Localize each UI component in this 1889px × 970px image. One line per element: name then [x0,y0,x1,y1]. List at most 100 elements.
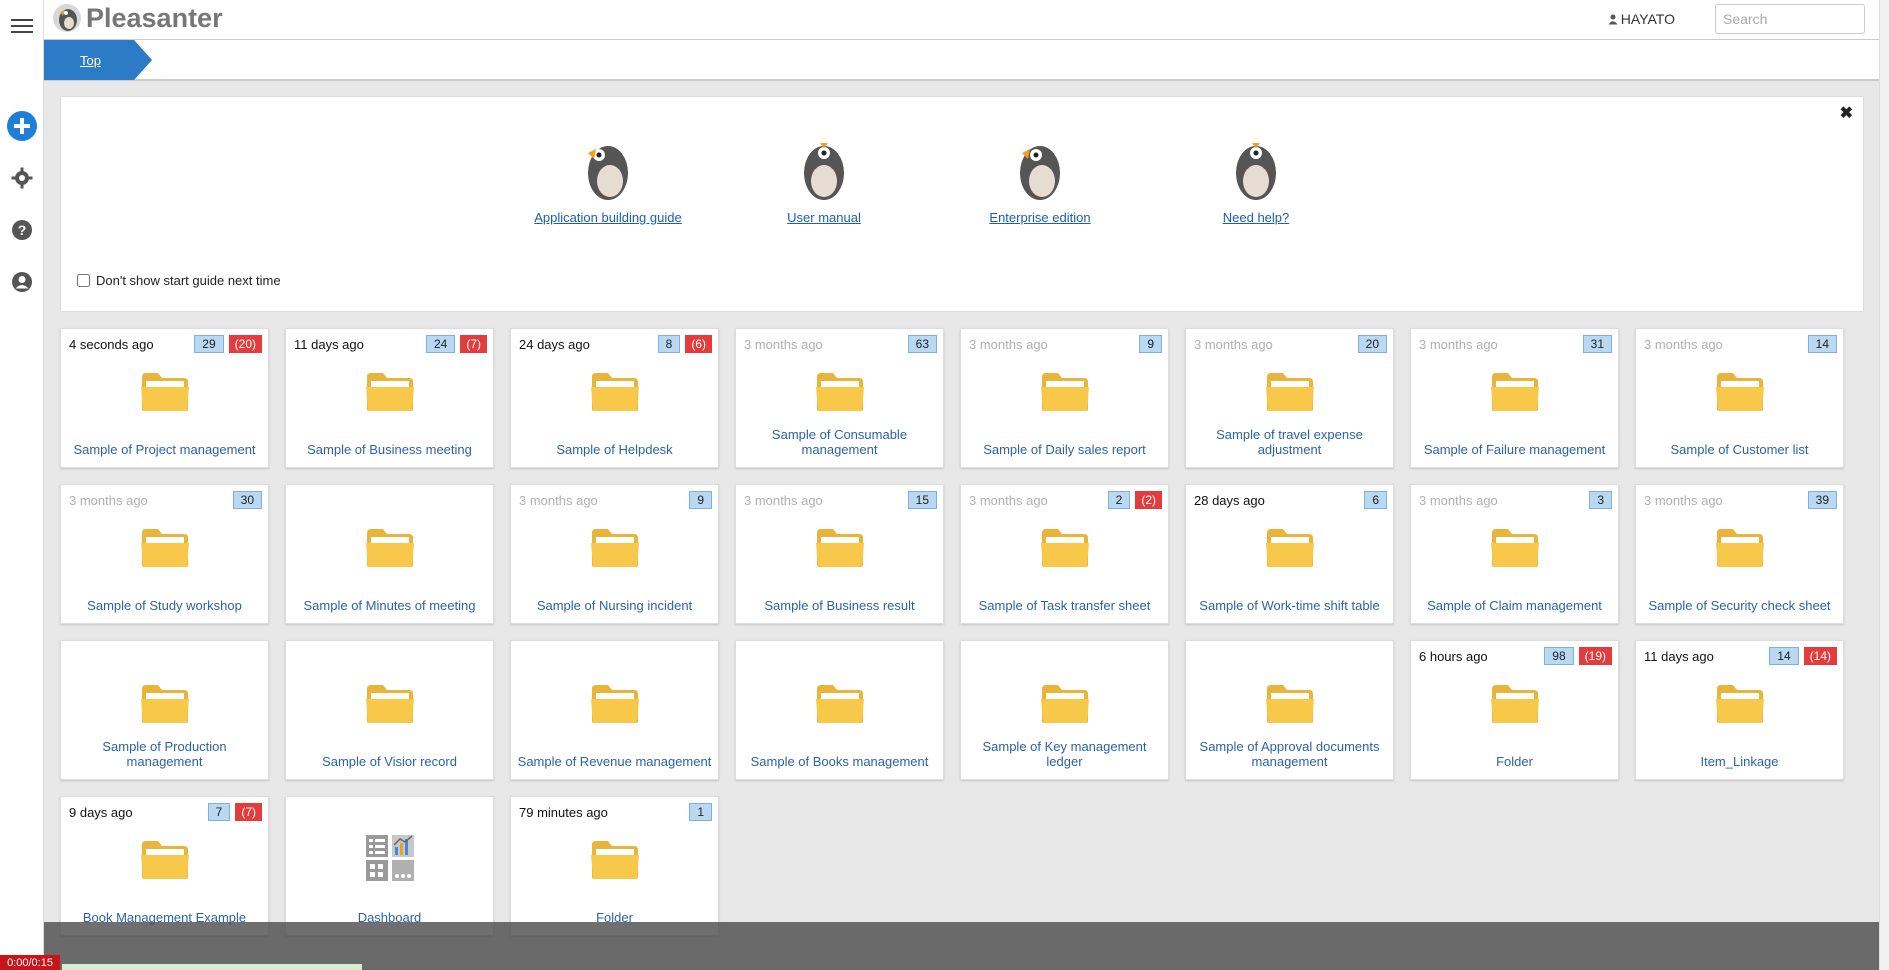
folder-icon [1490,527,1540,572]
site-tile[interactable]: Sample of Approval documents management [1185,640,1394,780]
tile-title[interactable]: Sample of Approval documents management [1192,739,1387,769]
tile-updated-time: 3 months ago [1644,493,1723,508]
tile-title[interactable]: Sample of Security check sheet [1642,598,1837,613]
dont-show-guide-checkbox[interactable] [77,274,90,287]
guide-link[interactable]: User manual [734,210,914,225]
guide-user-manual[interactable]: User manual [734,139,914,225]
guide-enterprise-edition[interactable]: Enterprise edition [950,139,1130,225]
gear-icon[interactable] [4,160,40,196]
site-tile[interactable]: 9 days ago 7 (7) Book Management Example [60,796,269,936]
breadcrumb-top[interactable]: Top [44,40,152,80]
site-tile[interactable]: 6 hours ago 98 (19) Folder [1410,640,1619,780]
tile-title[interactable]: Sample of travel expense adjustment [1192,427,1387,457]
tile-badges: 39 [1807,491,1837,509]
tile-updated-time: 6 hours ago [1419,649,1488,664]
help-icon[interactable]: ? [4,212,40,248]
item-count-badge: 6 [1364,491,1387,509]
dashboard-icon [364,833,416,886]
tile-updated-time: 3 months ago [69,493,148,508]
item-count-badge: 2 [1107,491,1131,509]
tile-title[interactable]: Sample of Production management [67,739,262,769]
site-tile[interactable]: 79 minutes ago 1 Folder [510,796,719,936]
hamburger-menu-icon[interactable] [4,8,40,44]
tile-title[interactable]: Sample of Nursing incident [517,598,712,613]
tile-title[interactable]: Sample of Minutes of meeting [292,598,487,613]
site-tile[interactable]: 3 months ago 2 (2) Sample of Task transfer … [960,484,1169,624]
tile-title[interactable]: Sample of Work-time shift table [1192,598,1387,613]
site-tile[interactable]: 3 months ago 39 Sample of Security check s… [1635,484,1844,624]
close-icon[interactable]: ✖ [1840,103,1853,123]
folder-icon [590,683,640,728]
tile-updated-time: 24 days ago [519,337,590,352]
guide-link[interactable]: Need help? [1166,210,1346,225]
add-new-icon[interactable] [4,108,40,144]
tile-updated-time: 3 months ago [1194,337,1273,352]
tile-title[interactable]: Sample of Business meeting [292,442,487,457]
site-tile[interactable]: 3 months ago 30 Sample of Study workshop [60,484,269,624]
folder-icon [815,371,865,416]
tile-title[interactable]: Sample of Visior record [292,754,487,769]
site-tile[interactable]: 4 seconds ago 29 (20) Sample of Project man… [60,328,269,468]
site-tile[interactable]: Sample of Books management [735,640,944,780]
tile-updated-time: 28 days ago [1194,493,1265,508]
site-tile[interactable]: Sample of Production management [60,640,269,780]
site-tile[interactable]: 11 days ago 24 (7) Sample of Business meeti… [285,328,494,468]
item-count-badge: 39 [1807,491,1837,509]
tile-title[interactable]: Sample of Revenue management [517,754,712,769]
dont-show-guide-option[interactable]: Don't show start guide next time [77,273,281,288]
site-tile[interactable]: Sample of Key management ledger [960,640,1169,780]
tile-title[interactable]: Sample of Helpdesk [517,442,712,457]
folder-icon [140,839,190,884]
folder-icon [365,527,415,572]
tile-title[interactable]: Item_Linkage [1642,754,1837,769]
tile-badges: 8 (6) [657,335,712,353]
tile-updated-time: 3 months ago [969,337,1048,352]
site-tile[interactable]: 3 months ago 9 Sample of Daily sales repor… [960,328,1169,468]
tile-badges: 2 (2) [1107,491,1162,509]
vertical-scrollbar[interactable] [1879,0,1889,970]
search-input[interactable] [1715,4,1865,34]
site-tile[interactable]: 3 months ago 15 Sample of Business result [735,484,944,624]
folder-icon [140,527,190,572]
overdue-count-badge: (7) [460,335,487,353]
folder-icon [1040,527,1090,572]
app-logo[interactable]: Pleasanter [52,2,223,34]
site-tile[interactable]: Sample of Visior record [285,640,494,780]
site-tile[interactable]: 24 days ago 8 (6) Sample of Helpdesk [510,328,719,468]
tile-title[interactable]: Sample of Consumable management [742,427,937,457]
tile-title[interactable]: Folder [1417,754,1612,769]
tile-title[interactable]: Sample of Key management ledger [967,739,1162,769]
tile-title[interactable]: Sample of Claim management [1417,598,1612,613]
item-count-badge: 3 [1589,491,1612,509]
site-tile[interactable]: 3 months ago 31 Sample of Failure manageme… [1410,328,1619,468]
tile-title[interactable]: Sample of Books management [742,754,937,769]
site-tile[interactable]: 11 days ago 14 (14) Item_Linkage [1635,640,1844,780]
owl-mascot-icon [1020,146,1060,200]
guide-link[interactable]: Application building guide [518,210,698,225]
user-menu[interactable]: HAYATO [1608,11,1675,27]
guide-need-help[interactable]: Need help? [1166,139,1346,225]
tile-title[interactable]: Sample of Failure management [1417,442,1612,457]
site-tile[interactable]: 3 months ago 3 Sample of Claim management [1410,484,1619,624]
tile-title[interactable]: Sample of Task transfer sheet [967,598,1162,613]
site-tile[interactable]: 3 months ago 63 Sample of Consumable manag… [735,328,944,468]
tile-title[interactable]: Sample of Daily sales report [967,442,1162,457]
site-tile[interactable]: 3 months ago 9 Sample of Nursing incident [510,484,719,624]
guide-link[interactable]: Enterprise edition [950,210,1130,225]
guide-application-building[interactable]: Application building guide [518,139,698,225]
tile-title[interactable]: Sample of Business result [742,598,937,613]
site-tile[interactable]: Dashboard [285,796,494,936]
top-header: Pleasanter HAYATO [44,0,1879,40]
tile-title[interactable]: Sample of Study workshop [67,598,262,613]
tile-title[interactable]: Sample of Customer list [1642,442,1837,457]
overdue-count-badge: (2) [1135,491,1162,509]
site-tile[interactable]: Sample of Revenue management [510,640,719,780]
tile-title[interactable]: Sample of Project management [67,442,262,457]
site-tile[interactable]: Sample of Minutes of meeting [285,484,494,624]
folder-icon [365,683,415,728]
owl-mascot-icon [1236,143,1276,200]
site-tile[interactable]: 3 months ago 20 Sample of travel expense a… [1185,328,1394,468]
user-account-icon[interactable] [4,264,40,300]
site-tile[interactable]: 28 days ago 6 Sample of Work-time shift ta… [1185,484,1394,624]
site-tile[interactable]: 3 months ago 14 Sample of Customer list [1635,328,1844,468]
